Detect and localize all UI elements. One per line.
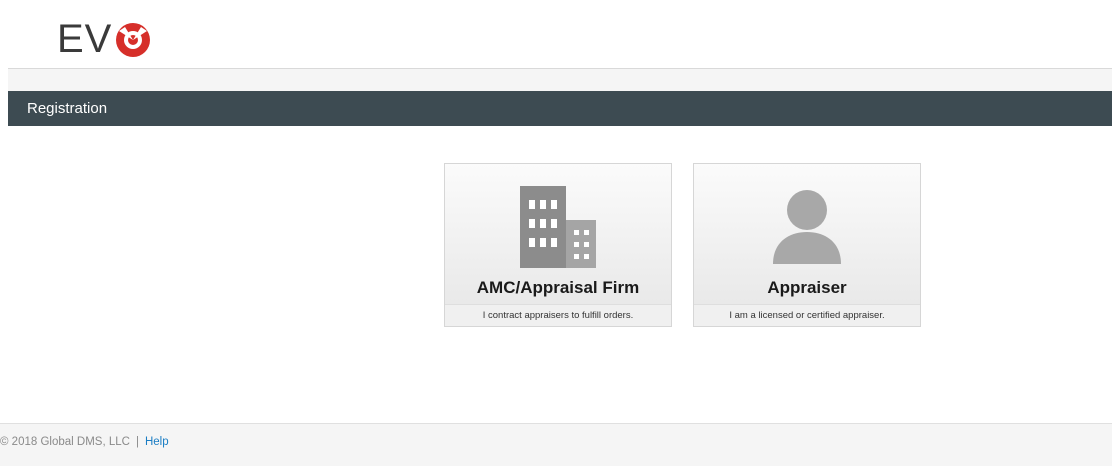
logo-text: EV <box>57 17 113 61</box>
card-description: I am a licensed or certified appraiser. <box>694 304 920 326</box>
card-title: AMC/Appraisal Firm <box>476 278 640 297</box>
card-description: I contract appraisers to fulfill orders. <box>445 304 671 326</box>
sub-navigation-bar <box>8 69 1112 91</box>
page-title: Registration <box>27 100 108 117</box>
person-icon <box>694 186 920 268</box>
appraiser-option[interactable]: Appraiser I am a licensed or certified a… <box>693 163 921 327</box>
footer: © 2018 Global DMS, LLC | Help <box>0 423 1112 466</box>
building-icon <box>445 186 671 268</box>
evo-logo-icon <box>116 23 151 57</box>
page-title-bar: Registration <box>8 91 1112 126</box>
footer-separator: | <box>135 436 139 448</box>
header: EV <box>0 0 1112 68</box>
amc-appraisal-firm-option[interactable]: AMC/Appraisal Firm I contract appraisers… <box>444 163 672 327</box>
help-link[interactable]: Help <box>145 436 169 448</box>
footer-text: © 2018 Global DMS, LLC | Help <box>0 436 169 448</box>
card-title: Appraiser <box>767 278 847 297</box>
copyright-text: © 2018 Global DMS, LLC <box>0 436 130 448</box>
logo[interactable]: EV <box>57 16 153 62</box>
